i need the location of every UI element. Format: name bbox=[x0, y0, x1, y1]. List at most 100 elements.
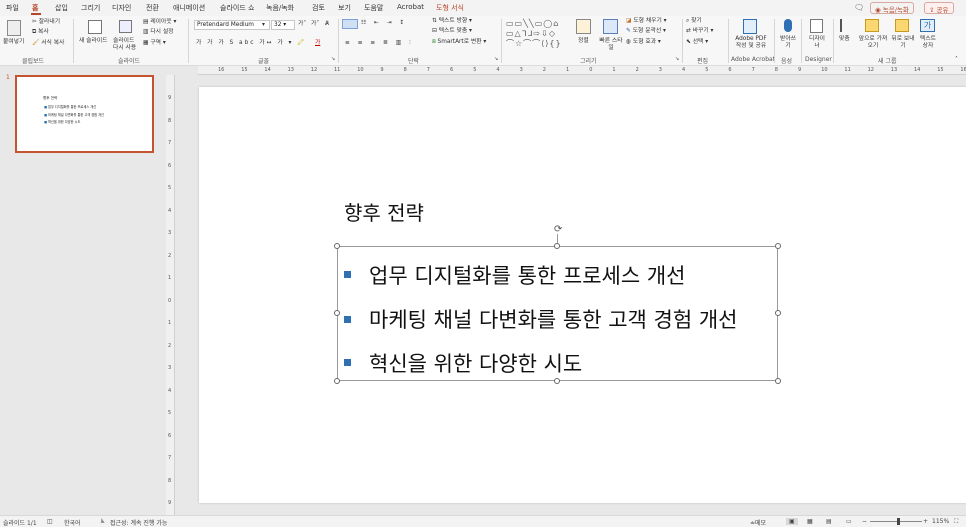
paragraph-dialog-launcher-icon[interactable]: ↘ bbox=[494, 56, 498, 63]
align-button[interactable]: 맞춤 bbox=[839, 36, 850, 43]
share-button[interactable]: ⇪ 공유 bbox=[924, 2, 954, 14]
microphone-icon[interactable] bbox=[784, 19, 792, 32]
font-color-icon[interactable]: 가 bbox=[315, 40, 320, 47]
tab-help[interactable]: 도움말 bbox=[364, 3, 383, 13]
send-backward-icon[interactable] bbox=[895, 19, 909, 32]
font-style-buttons[interactable]: 가 가 가 S abc 가↔ 가 ▾ bbox=[196, 40, 293, 47]
zoom-level[interactable]: 115% bbox=[932, 518, 949, 525]
shape-outline-button[interactable]: ✎ 도형 윤곽선 ▾ bbox=[626, 28, 666, 35]
resize-handle-nw[interactable] bbox=[334, 243, 340, 249]
reuse-slides-button[interactable]: 슬라이드 다시 사용 bbox=[113, 38, 141, 52]
new-slide-icon[interactable] bbox=[88, 20, 102, 34]
cut-button[interactable]: ✂ 잘라내기 bbox=[32, 19, 60, 26]
resize-handle-s[interactable] bbox=[554, 378, 560, 384]
shapes-gallery[interactable]: ▭▭╲╲▭◯⌂ ▭△ᒣᒧ⇨⇩◇ ⌒☆⌒⌒⟨⟩{} bbox=[506, 19, 566, 51]
comment-icon[interactable]: 🗨 bbox=[854, 3, 864, 12]
horizontal-ruler[interactable]: 16 15 14 13 12 11 10 9 8 7 6 5 4 3 2 1 0 1 2 3 4 5 6 7 8 9 10 11 12 1… bbox=[198, 66, 966, 75]
layout-button[interactable]: ▤ 레이아웃 ▾ bbox=[143, 19, 176, 26]
clear-format-icon[interactable]: A̷ bbox=[325, 21, 329, 28]
drawing-dialog-launcher-icon[interactable]: ↘ bbox=[675, 56, 679, 63]
dictate-button[interactable]: 받아쓰기 bbox=[779, 36, 797, 50]
copy-button[interactable]: ⧉ 복사 bbox=[32, 29, 49, 36]
zoom-in-button[interactable]: + bbox=[923, 518, 928, 525]
fit-to-window-icon[interactable]: ⛶ bbox=[954, 518, 958, 526]
shape-effects-button[interactable]: ◍ 도형 효과 ▾ bbox=[626, 39, 661, 46]
text-direction-button[interactable]: ⇅ 텍스트 방향 ▾ bbox=[432, 18, 472, 25]
resize-handle-w[interactable] bbox=[334, 310, 340, 316]
tab-recording[interactable]: 녹음/녹화 bbox=[266, 3, 294, 13]
resize-handle-n[interactable] bbox=[554, 243, 560, 249]
slide-bullet-text[interactable]: 업무 디지털화를 통한 프로세스 개선 bbox=[369, 260, 686, 290]
notes-button[interactable]: ≐메모 bbox=[750, 518, 766, 527]
resize-handle-e[interactable] bbox=[775, 310, 781, 316]
slide-title[interactable]: 향후 전략 bbox=[344, 197, 424, 226]
align-text-button[interactable]: ⊟ 텍스트 맞춤 ▾ bbox=[432, 28, 472, 35]
zoom-slider[interactable] bbox=[870, 521, 922, 522]
bring-forward-button[interactable]: 앞으로 가져오기 bbox=[858, 36, 888, 50]
reuse-slides-icon[interactable] bbox=[119, 20, 132, 33]
rotate-handle-icon[interactable]: ⟳ bbox=[554, 224, 562, 235]
send-backward-button[interactable]: 뒤로 보내기 bbox=[891, 36, 915, 50]
slide-sorter-button[interactable]: ▦ bbox=[807, 518, 813, 525]
vertical-ruler[interactable]: 9 8 7 6 5 4 3 2 1 0 1 2 3 4 5 6 7 8 9 bbox=[166, 75, 175, 515]
designer-button[interactable]: 디자이너 bbox=[808, 36, 826, 50]
language-indicator[interactable]: 한국어 bbox=[64, 518, 81, 527]
tab-view[interactable]: 보기 bbox=[338, 3, 351, 13]
text-box-icon[interactable]: 가 bbox=[920, 19, 935, 32]
align-icon[interactable] bbox=[840, 19, 853, 32]
text-box-button[interactable]: 텍스트 상자 bbox=[917, 36, 939, 50]
arrange-button[interactable]: 정렬 bbox=[578, 38, 589, 45]
select-button[interactable]: ⬉ 선택 ▾ bbox=[686, 39, 708, 46]
tab-review[interactable]: 검토 bbox=[312, 3, 325, 13]
font-name-dropdown-icon[interactable]: ▾ bbox=[262, 22, 265, 29]
font-name-combo[interactable]: Pretendard Medium bbox=[194, 20, 270, 30]
tab-animations[interactable]: 애니메이션 bbox=[173, 3, 205, 13]
resize-handle-se[interactable] bbox=[775, 378, 781, 384]
arrange-icon[interactable] bbox=[576, 19, 591, 34]
spelling-icon[interactable]: ◫ bbox=[47, 518, 53, 525]
designer-icon[interactable] bbox=[810, 19, 823, 33]
zoom-slider-thumb[interactable] bbox=[897, 518, 900, 525]
tab-draw[interactable]: 그리기 bbox=[81, 3, 100, 13]
paste-button[interactable]: 붙여넣기 bbox=[3, 39, 24, 46]
shrink-font-button[interactable]: 가˅ bbox=[311, 21, 319, 28]
alignment-buttons[interactable]: ≡ ≡ ≡ ≣ ▥ ⫶ bbox=[345, 40, 414, 47]
accessibility-status[interactable]: 접근성: 계속 진행 가능 bbox=[110, 518, 167, 527]
smartart-button[interactable]: ⧈ SmartArt로 변환 ▾ bbox=[432, 39, 486, 46]
tab-insert[interactable]: 삽입 bbox=[55, 3, 68, 13]
resize-handle-sw[interactable] bbox=[334, 378, 340, 384]
slideshow-button[interactable]: ▭ bbox=[846, 518, 852, 525]
normal-view-button[interactable]: ▣ bbox=[786, 518, 798, 525]
font-size-combo[interactable]: 32 ▾ bbox=[271, 20, 295, 30]
accessibility-icon[interactable]: ♿ bbox=[100, 518, 105, 525]
paste-icon[interactable] bbox=[7, 20, 21, 36]
tab-file[interactable]: 파일 bbox=[6, 3, 19, 13]
tab-design[interactable]: 디자인 bbox=[112, 3, 131, 13]
pdf-icon[interactable] bbox=[743, 19, 757, 34]
collapse-ribbon-icon[interactable]: ˄ bbox=[955, 57, 958, 64]
highlight-icon[interactable]: 🖍 bbox=[297, 40, 304, 47]
replace-button[interactable]: ⇄ 바꾸기 ▾ bbox=[686, 28, 713, 35]
zoom-out-button[interactable]: − bbox=[862, 518, 867, 525]
grow-font-button[interactable]: 가˄ bbox=[298, 21, 306, 28]
reset-button[interactable]: ▥ 다시 설정 bbox=[143, 29, 174, 36]
resize-handle-ne[interactable] bbox=[775, 243, 781, 249]
bullets-icon[interactable] bbox=[342, 19, 358, 29]
format-painter-button[interactable]: 🖌 서식 복사 bbox=[32, 40, 64, 47]
reading-view-button[interactable]: ▤ bbox=[826, 518, 832, 525]
tab-slideshow[interactable]: 슬라이드 쇼 bbox=[220, 3, 254, 13]
create-pdf-button[interactable]: Adobe PDF 작성 및 공유 bbox=[733, 36, 769, 50]
numbering-and-indent-buttons[interactable]: ☷ ⇤ ⇥ ↕ bbox=[361, 20, 407, 27]
tab-home[interactable]: 홈 bbox=[32, 3, 38, 13]
quick-styles-icon[interactable] bbox=[603, 19, 618, 34]
record-button[interactable]: ◉ 녹음/녹화 bbox=[870, 2, 914, 14]
section-button[interactable]: ▦ 구역 ▾ bbox=[143, 40, 166, 47]
slide-bullet-text[interactable]: 혁신을 위한 다양한 시도 bbox=[369, 348, 582, 378]
tab-transitions[interactable]: 전환 bbox=[146, 3, 159, 13]
tab-acrobat[interactable]: Acrobat bbox=[397, 3, 424, 11]
find-button[interactable]: ⌕ 찾기 bbox=[686, 18, 702, 25]
font-dialog-launcher-icon[interactable]: ↘ bbox=[331, 56, 335, 63]
slide-thumbnail[interactable]: 향후 전략 ■ 업무 디지털화를 통한 프로세스 개선 ■ 마케팅 채널 다변화… bbox=[15, 75, 154, 153]
slide-bullet-text[interactable]: 마케팅 채널 다변화를 통한 고객 경험 개선 bbox=[369, 304, 738, 334]
new-slide-button[interactable]: 새 슬라이드 bbox=[79, 38, 108, 45]
